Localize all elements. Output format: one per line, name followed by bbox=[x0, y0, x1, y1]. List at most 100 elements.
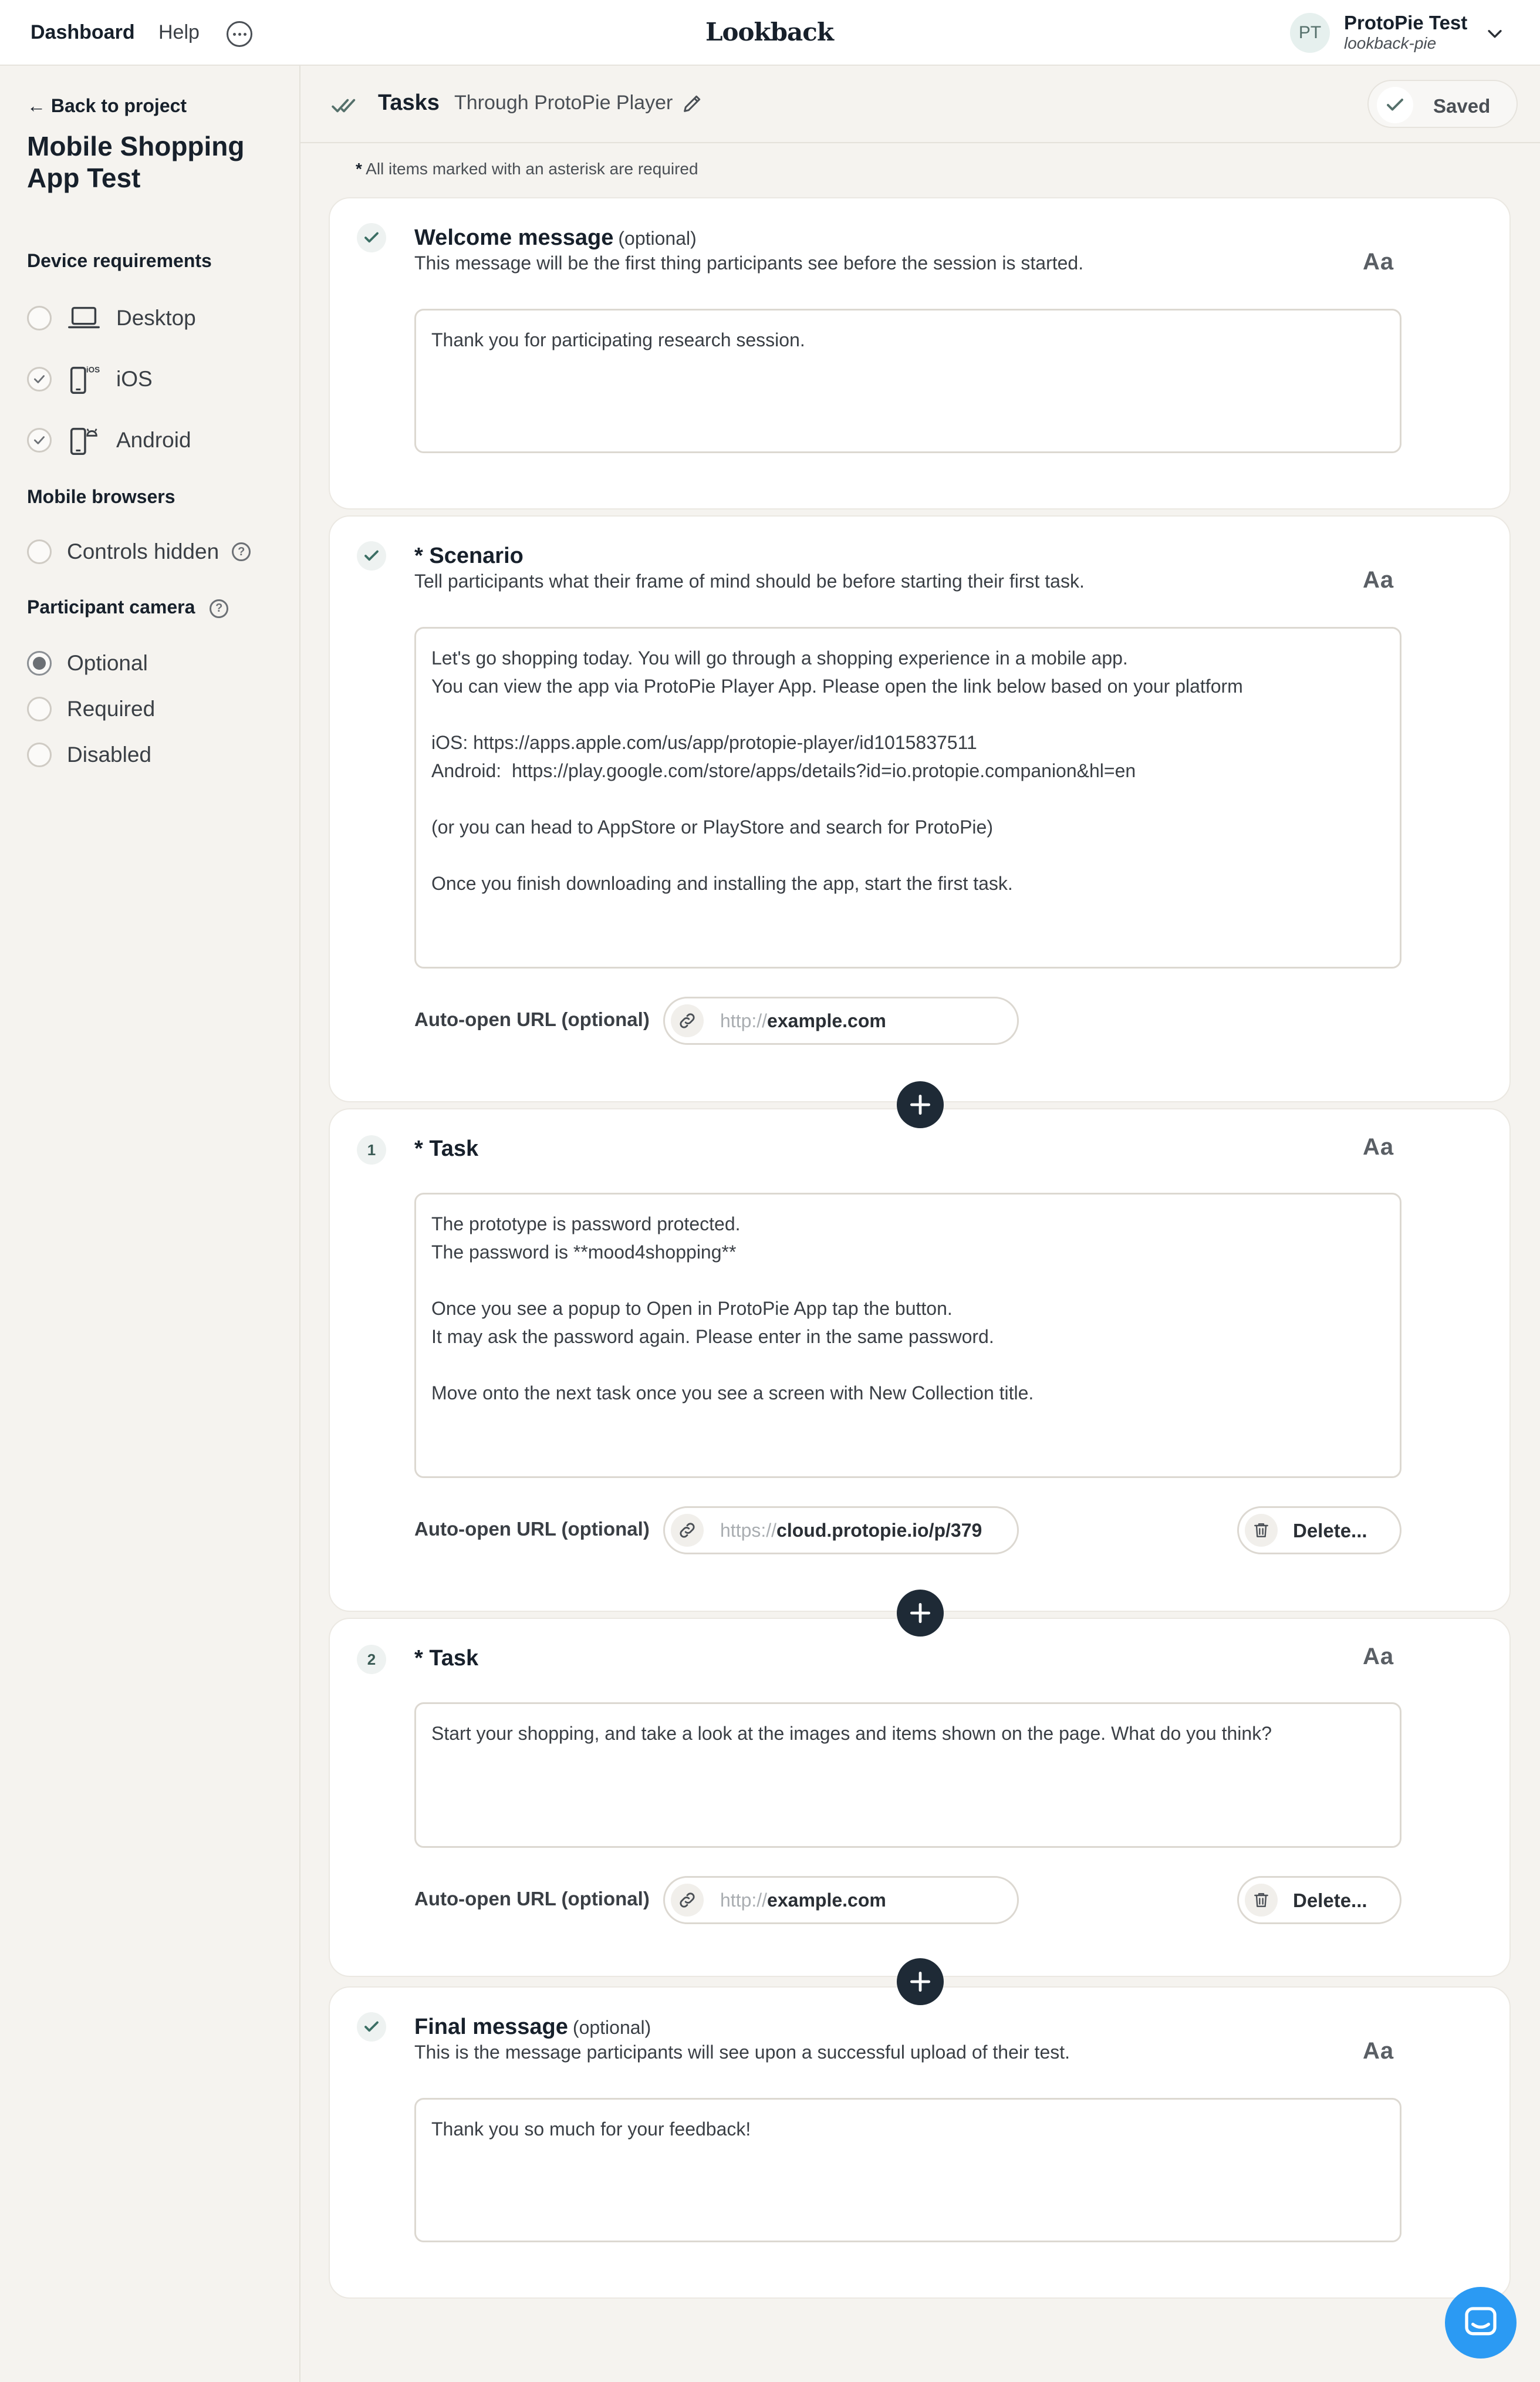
browser-option-controls-hidden[interactable]: Controls hidden ? bbox=[27, 533, 251, 571]
url-value: http://example.com bbox=[720, 1890, 886, 1911]
text-format-icon[interactable]: Aa bbox=[1363, 249, 1394, 275]
checkbox[interactable] bbox=[27, 428, 52, 453]
text-format-icon[interactable]: Aa bbox=[1363, 1134, 1394, 1160]
project-title: Mobile Shopping App Test bbox=[27, 131, 245, 193]
link-icon bbox=[671, 1514, 704, 1547]
device-option-label: Desktop bbox=[116, 306, 196, 330]
tasks-header: Tasks Through ProtoPie Player Saved bbox=[300, 66, 1540, 143]
avatar[interactable]: PT bbox=[1290, 13, 1330, 53]
lookback-logo[interactable]: Lookback bbox=[705, 18, 834, 46]
chevron-down-icon[interactable] bbox=[1485, 23, 1505, 43]
card-title: * Task bbox=[414, 1646, 479, 1671]
device-option-ios[interactable]: iOS iOS bbox=[27, 360, 153, 398]
add-task-button[interactable] bbox=[897, 1958, 944, 2005]
url-value: https://cloud.protopie.io/p/379 bbox=[720, 1520, 982, 1541]
card-title: Welcome message (optional) bbox=[414, 225, 697, 251]
check-icon bbox=[1377, 87, 1413, 123]
required-note: * All items marked with an asterisk are … bbox=[356, 160, 698, 178]
help-icon[interactable]: ? bbox=[210, 599, 229, 618]
auto-open-url-input[interactable]: http://example.com bbox=[663, 1876, 1019, 1924]
camera-option-disabled[interactable]: Disabled bbox=[27, 736, 151, 774]
card-description: Tell participants what their frame of mi… bbox=[414, 571, 1085, 592]
radio-button[interactable] bbox=[27, 651, 52, 676]
back-to-project-link[interactable]: ← Back to project bbox=[27, 95, 187, 117]
help-icon[interactable]: ? bbox=[232, 542, 251, 561]
page-title: Tasks bbox=[378, 90, 440, 115]
trash-icon bbox=[1245, 1884, 1278, 1917]
device-option-desktop[interactable]: Desktop bbox=[27, 299, 196, 337]
device-option-android[interactable]: Android bbox=[27, 421, 191, 459]
url-value: http://example.com bbox=[720, 1010, 886, 1032]
delete-task-button[interactable]: Delete... bbox=[1237, 1876, 1401, 1924]
scenario-card: * Scenario Tell participants what their … bbox=[329, 515, 1511, 1102]
delete-label: Delete... bbox=[1293, 1520, 1367, 1541]
saved-status-button[interactable]: Saved bbox=[1367, 80, 1518, 128]
auto-open-url-input[interactable]: https://cloud.protopie.io/p/379 bbox=[663, 1506, 1019, 1554]
link-icon bbox=[671, 1004, 704, 1037]
url-host: example.com bbox=[767, 1890, 886, 1911]
checkbox[interactable] bbox=[27, 306, 52, 330]
scenario-textarea[interactable]: Let's go shopping today. You will go thr… bbox=[414, 627, 1401, 969]
final-message-card: Final message (optional) This is the mess… bbox=[329, 1986, 1511, 2299]
chat-icon bbox=[1465, 2307, 1497, 2336]
device-requirements-heading: Device requirements bbox=[27, 250, 212, 271]
nav-dashboard[interactable]: Dashboard bbox=[31, 21, 135, 44]
camera-option-label: Optional bbox=[67, 651, 148, 675]
checkbox[interactable] bbox=[27, 367, 52, 392]
chat-support-button[interactable] bbox=[1445, 2287, 1517, 2359]
check-icon bbox=[357, 541, 386, 571]
card-title-text: Final message bbox=[414, 2015, 568, 2039]
optional-label: (optional) bbox=[572, 2017, 651, 2038]
device-option-label: Android bbox=[116, 428, 191, 452]
task-textarea[interactable]: Start your shopping, and take a look at … bbox=[414, 1702, 1401, 1848]
plus-icon bbox=[910, 1602, 931, 1624]
auto-open-url-input[interactable]: http://example.com bbox=[663, 997, 1019, 1045]
double-check-icon bbox=[332, 99, 356, 113]
radio-button[interactable] bbox=[27, 697, 52, 721]
camera-option-label: Disabled bbox=[67, 743, 151, 767]
pencil-icon[interactable] bbox=[681, 92, 704, 115]
sidebar: ← Back to project Mobile Shopping App Te… bbox=[0, 66, 300, 2382]
url-host: example.com bbox=[767, 1010, 886, 1031]
check-icon bbox=[357, 2012, 386, 2042]
url-scheme: https:// bbox=[720, 1520, 777, 1541]
camera-option-optional[interactable]: Optional bbox=[27, 645, 148, 682]
task-card-1: 1 * Task Aa The prototype is password pr… bbox=[329, 1108, 1511, 1612]
radio-button[interactable] bbox=[27, 743, 52, 767]
task-textarea[interactable]: The prototype is password protected. The… bbox=[414, 1193, 1401, 1478]
add-task-button[interactable] bbox=[897, 1081, 944, 1128]
camera-option-required[interactable]: Required bbox=[27, 690, 155, 728]
plus-icon bbox=[910, 1094, 931, 1115]
participant-camera-heading-text: Participant camera bbox=[27, 596, 195, 618]
more-options-icon[interactable] bbox=[227, 21, 252, 47]
welcome-message-textarea[interactable]: Thank you for participating research ses… bbox=[414, 309, 1401, 453]
text-format-icon[interactable]: Aa bbox=[1363, 567, 1394, 593]
card-title-text: Welcome message bbox=[414, 225, 614, 250]
welcome-message-card: Welcome message (optional) This message w… bbox=[329, 197, 1511, 510]
nav-help[interactable]: Help bbox=[158, 21, 200, 44]
card-title: * Task bbox=[414, 1136, 479, 1161]
asterisk: * bbox=[356, 160, 362, 178]
check-icon bbox=[34, 436, 45, 444]
delete-task-button[interactable]: Delete... bbox=[1237, 1506, 1401, 1554]
svg-text:iOS: iOS bbox=[86, 365, 100, 374]
text-format-icon[interactable]: Aa bbox=[1363, 2038, 1394, 2064]
android-phone-icon bbox=[70, 427, 97, 455]
device-option-label: iOS bbox=[116, 367, 153, 391]
text-format-icon[interactable]: Aa bbox=[1363, 1644, 1394, 1670]
required-note-text: All items marked with an asterisk are re… bbox=[362, 160, 698, 178]
check-icon bbox=[357, 223, 386, 252]
user-name: ProtoPie Test bbox=[1344, 12, 1468, 33]
check-icon bbox=[34, 375, 45, 383]
browser-option-label: Controls hidden bbox=[67, 539, 219, 564]
delete-label: Delete... bbox=[1293, 1890, 1367, 1911]
url-host: cloud.protopie.io/p/379 bbox=[776, 1520, 982, 1541]
checkbox[interactable] bbox=[27, 539, 52, 564]
card-title: * Scenario bbox=[414, 544, 524, 568]
add-task-button[interactable] bbox=[897, 1590, 944, 1637]
camera-option-label: Required bbox=[67, 697, 156, 721]
final-message-textarea[interactable]: Thank you so much for your feedback! bbox=[414, 2098, 1401, 2242]
url-scheme: http:// bbox=[720, 1010, 768, 1031]
card-description: This message will be the first thing par… bbox=[414, 252, 1084, 274]
mobile-browsers-heading: Mobile browsers bbox=[27, 486, 175, 507]
